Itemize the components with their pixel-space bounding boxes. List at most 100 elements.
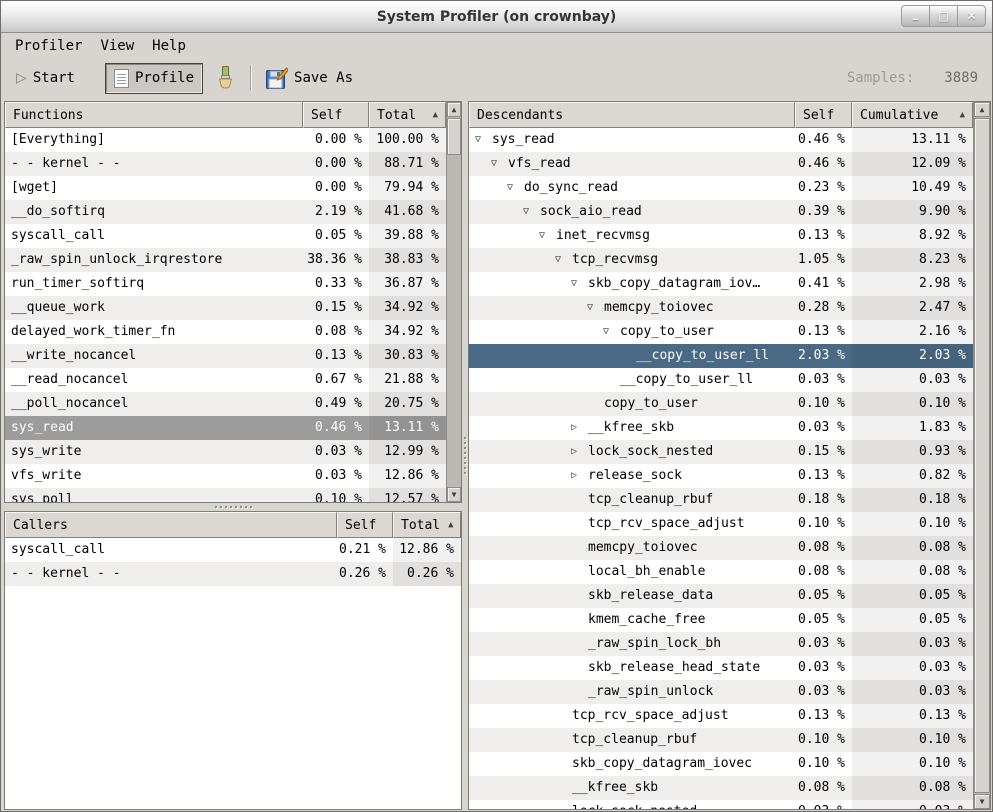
tree-row[interactable]: _raw_spin_lock_bh 0.03 % 0.03 % [469, 632, 973, 656]
table-row[interactable]: [Everything] 0.00 % 100.00 % [5, 128, 446, 152]
callers-self-column-header[interactable]: Self [337, 512, 393, 538]
play-icon: ▷ [16, 70, 27, 86]
descendants-scrollbar-thumb[interactable] [974, 118, 990, 793]
tree-row[interactable]: ▽skb_copy_datagram_iov… 0.41 % 2.98 % [469, 272, 973, 296]
descendants-scrollbar[interactable]: ▲ ▼ [973, 102, 990, 809]
tree-row[interactable]: tcp_cleanup_rbuf 0.10 % 0.10 % [469, 728, 973, 752]
table-row[interactable]: run_timer_softirq 0.33 % 36.87 % [5, 272, 446, 296]
cumulative-percent: 8.23 % [852, 248, 973, 272]
menu-profiler[interactable]: Profiler [6, 35, 91, 57]
tree-row[interactable]: tcp_rcv_space_adjust 0.13 % 0.13 % [469, 704, 973, 728]
tree-row[interactable]: tcp_cleanup_rbuf 0.18 % 0.18 % [469, 488, 973, 512]
functions-callers-splitter[interactable] [4, 503, 462, 511]
tree-name-cell: _raw_spin_unlock [469, 680, 795, 704]
expander-open-icon[interactable]: ▽ [539, 224, 556, 248]
table-row[interactable]: vfs_write 0.03 % 12.86 % [5, 464, 446, 488]
expander-open-icon[interactable]: ▽ [491, 152, 508, 176]
functions-self-column-header[interactable]: Self [303, 102, 369, 128]
callers-total-column-header[interactable]: Total ▲ [393, 512, 461, 538]
table-row[interactable]: syscall_call 0.05 % 39.88 % [5, 224, 446, 248]
start-button[interactable]: ▷ Start [9, 66, 82, 90]
table-row[interactable]: - - kernel - - 0.00 % 88.71 % [5, 152, 446, 176]
tree-name-cell: ▽copy_to_user [469, 320, 795, 344]
total-column-label: Total [377, 108, 416, 123]
functions-scrollbar[interactable]: ▲ ▼ [446, 102, 461, 502]
reset-button[interactable] [206, 61, 244, 95]
expander-open-icon[interactable]: ▽ [571, 272, 588, 296]
table-row[interactable]: sys_poll 0.10 % 12.57 % [5, 488, 446, 502]
expander-open-icon[interactable]: ▽ [475, 128, 492, 152]
titlebar[interactable]: System Profiler (on crownbay) _ □ ✕ [1, 1, 992, 33]
tree-row[interactable]: __copy_to_user_ll 2.03 % 2.03 % [469, 344, 973, 368]
expander-open-icon[interactable]: ▽ [523, 200, 540, 224]
table-row[interactable]: _raw_spin_unlock_irqrestore 38.36 % 38.8… [5, 248, 446, 272]
functions-total-column-header[interactable]: Total ▲ [369, 102, 446, 128]
expander-closed-icon[interactable]: ▷ [571, 416, 588, 440]
tree-row[interactable]: ▽tcp_recvmsg 1.05 % 8.23 % [469, 248, 973, 272]
maximize-button[interactable]: □ [929, 5, 958, 27]
tree-row[interactable]: lock_sock_nested 0.03 % 0.03 % [469, 800, 973, 809]
table-row[interactable]: __poll_nocancel 0.49 % 20.75 % [5, 392, 446, 416]
table-row[interactable]: syscall_call 0.21 % 12.86 % [5, 538, 461, 562]
profile-toggle-button[interactable]: Profile [106, 64, 202, 93]
tree-row[interactable]: __kfree_skb 0.08 % 0.08 % [469, 776, 973, 800]
tree-row[interactable]: __copy_to_user_ll 0.03 % 0.03 % [469, 368, 973, 392]
close-button[interactable]: ✕ [957, 5, 986, 27]
tree-row[interactable]: tcp_rcv_space_adjust 0.10 % 0.10 % [469, 512, 973, 536]
functions-scrollbar-thumb[interactable] [447, 118, 461, 155]
scroll-up-icon[interactable]: ▲ [447, 102, 461, 117]
table-row[interactable]: __queue_work 0.15 % 34.92 % [5, 296, 446, 320]
descendants-self-column-header[interactable]: Self [795, 102, 852, 128]
tree-row[interactable]: ▽copy_to_user 0.13 % 2.16 % [469, 320, 973, 344]
minimize-button[interactable]: _ [901, 5, 930, 27]
save-as-button[interactable]: Save As [258, 63, 360, 94]
tree-row[interactable]: ▽vfs_read 0.46 % 12.09 % [469, 152, 973, 176]
table-row[interactable]: [wget] 0.00 % 79.94 % [5, 176, 446, 200]
tree-row[interactable]: ▷__kfree_skb 0.03 % 1.83 % [469, 416, 973, 440]
tree-row[interactable]: ▷release_sock 0.13 % 0.82 % [469, 464, 973, 488]
descendants-cumulative-column-header[interactable]: Cumulative ▲ [852, 102, 973, 128]
tree-row[interactable]: ▽sock_aio_read 0.39 % 9.90 % [469, 200, 973, 224]
descendant-name: tcp_cleanup_rbuf [572, 728, 697, 752]
callers-column-header[interactable]: Callers [5, 512, 337, 538]
tree-row[interactable]: _raw_spin_unlock 0.03 % 0.03 % [469, 680, 973, 704]
self-percent: 0.49 % [303, 392, 369, 416]
expander-open-icon[interactable]: ▽ [555, 248, 572, 272]
menu-help[interactable]: Help [143, 35, 195, 57]
tree-row[interactable]: ▽do_sync_read 0.23 % 10.49 % [469, 176, 973, 200]
table-row[interactable]: __write_nocancel 0.13 % 30.83 % [5, 344, 446, 368]
tree-row[interactable]: kmem_cache_free 0.05 % 0.05 % [469, 608, 973, 632]
table-row[interactable]: - - kernel - - 0.26 % 0.26 % [5, 562, 461, 586]
functions-column-header[interactable]: Functions [5, 102, 303, 128]
tree-row[interactable]: ▽sys_read 0.46 % 13.11 % [469, 128, 973, 152]
cumulative-percent: 0.93 % [852, 440, 973, 464]
tree-row[interactable]: skb_copy_datagram_iovec 0.10 % 0.10 % [469, 752, 973, 776]
table-row[interactable]: delayed_work_timer_fn 0.08 % 34.92 % [5, 320, 446, 344]
menu-view[interactable]: View [91, 35, 143, 57]
tree-row[interactable]: copy_to_user 0.10 % 0.10 % [469, 392, 973, 416]
table-row[interactable]: __read_nocancel 0.67 % 21.88 % [5, 368, 446, 392]
expander-open-icon[interactable]: ▽ [587, 296, 604, 320]
total-percent: 12.86 % [393, 538, 461, 562]
descendants-column-header[interactable]: Descendants [469, 102, 795, 128]
descendant-name: kmem_cache_free [588, 608, 705, 632]
scroll-down-icon[interactable]: ▼ [974, 794, 990, 809]
table-row[interactable]: __do_softirq 2.19 % 41.68 % [5, 200, 446, 224]
expander-open-icon[interactable]: ▽ [603, 320, 620, 344]
tree-row[interactable]: skb_release_head_state 0.03 % 0.03 % [469, 656, 973, 680]
tree-row[interactable]: skb_release_data 0.05 % 0.05 % [469, 584, 973, 608]
tree-row[interactable]: ▷lock_sock_nested 0.15 % 0.93 % [469, 440, 973, 464]
table-row[interactable]: sys_write 0.03 % 12.99 % [5, 440, 446, 464]
close-icon: ✕ [966, 9, 976, 23]
scroll-down-icon[interactable]: ▼ [447, 487, 461, 502]
expander-open-icon[interactable]: ▽ [507, 176, 524, 200]
scroll-up-icon[interactable]: ▲ [974, 102, 990, 117]
tree-row[interactable]: ▽memcpy_toiovec 0.28 % 2.47 % [469, 296, 973, 320]
tree-row[interactable]: ▽inet_recvmsg 0.13 % 8.92 % [469, 224, 973, 248]
descendant-name: do_sync_read [524, 176, 618, 200]
tree-row[interactable]: memcpy_toiovec 0.08 % 0.08 % [469, 536, 973, 560]
tree-row[interactable]: local_bh_enable 0.08 % 0.08 % [469, 560, 973, 584]
expander-closed-icon[interactable]: ▷ [571, 440, 588, 464]
table-row[interactable]: sys_read 0.46 % 13.11 % [5, 416, 446, 440]
expander-closed-icon[interactable]: ▷ [571, 464, 588, 488]
